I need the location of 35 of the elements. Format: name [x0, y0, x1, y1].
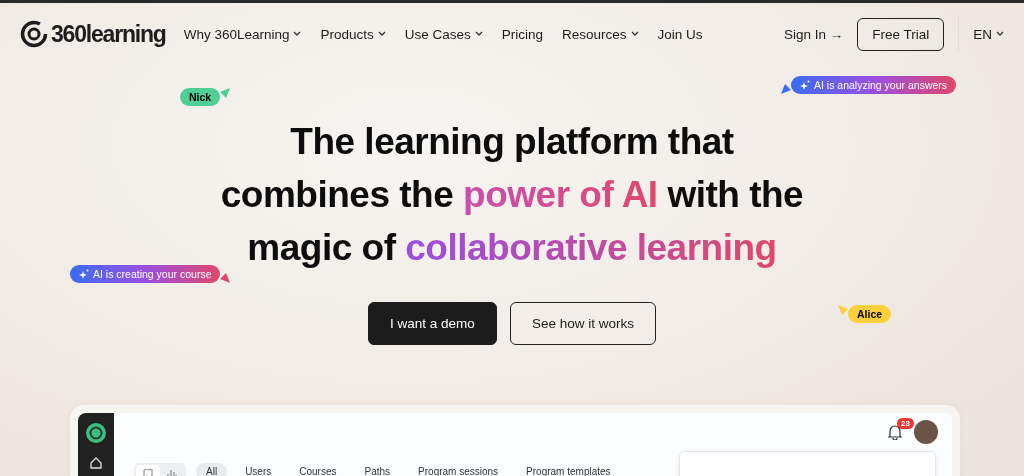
nav-link[interactable]: Use Cases: [404, 26, 483, 42]
bar-chart-icon: [167, 468, 177, 476]
app-logo-icon: [86, 423, 106, 443]
cursor-pointer-icon: [220, 88, 231, 98]
sparkle-icon: [79, 269, 89, 279]
avatar[interactable]: [914, 420, 938, 444]
hero-heading-line: The learning platform that: [290, 120, 734, 164]
nav-link[interactable]: Pricing: [501, 26, 544, 42]
sparkle-icon: [800, 80, 810, 90]
cursor-pointer-icon: [220, 273, 231, 283]
secondary-button[interactable]: See how it works: [509, 302, 656, 345]
chevron-down-icon: [996, 31, 1004, 37]
home-icon[interactable]: [90, 457, 102, 469]
logo-text[interactable]: 360learning: [51, 20, 166, 48]
hero-heading-line: combines the power of AI with the: [220, 173, 804, 217]
nav-link[interactable]: Products: [320, 26, 386, 42]
nav-link[interactable]: Resources: [562, 26, 639, 42]
sign-in-link[interactable]: Sign In →: [783, 26, 844, 42]
filter-chip[interactable]: All: [196, 463, 228, 476]
nav-link[interactable]: Join Us: [657, 26, 703, 42]
nav-link[interactable]: Why 360Learning: [183, 26, 302, 42]
bell-icon[interactable]: [888, 424, 902, 440]
ai-status-tag: AI is analyzing your answers: [791, 76, 957, 94]
notification-badge: 23: [897, 418, 914, 429]
language-selector[interactable]: EN: [973, 26, 1004, 42]
logo-icon: [20, 20, 48, 48]
map-icon: [143, 468, 153, 476]
filter-chip[interactable]: Paths: [354, 463, 401, 476]
cursor-pointer-icon: [838, 305, 848, 315]
free-trial-button[interactable]: Free Trial: [857, 17, 945, 51]
ai-status-tag: AI is creating your course: [70, 265, 221, 283]
filter-chip[interactable]: Users: [235, 463, 282, 476]
demo-button[interactable]: I want a demo: [368, 302, 497, 345]
filter-chip[interactable]: Courses: [289, 463, 347, 476]
cursor-pointer-icon: [781, 84, 791, 94]
